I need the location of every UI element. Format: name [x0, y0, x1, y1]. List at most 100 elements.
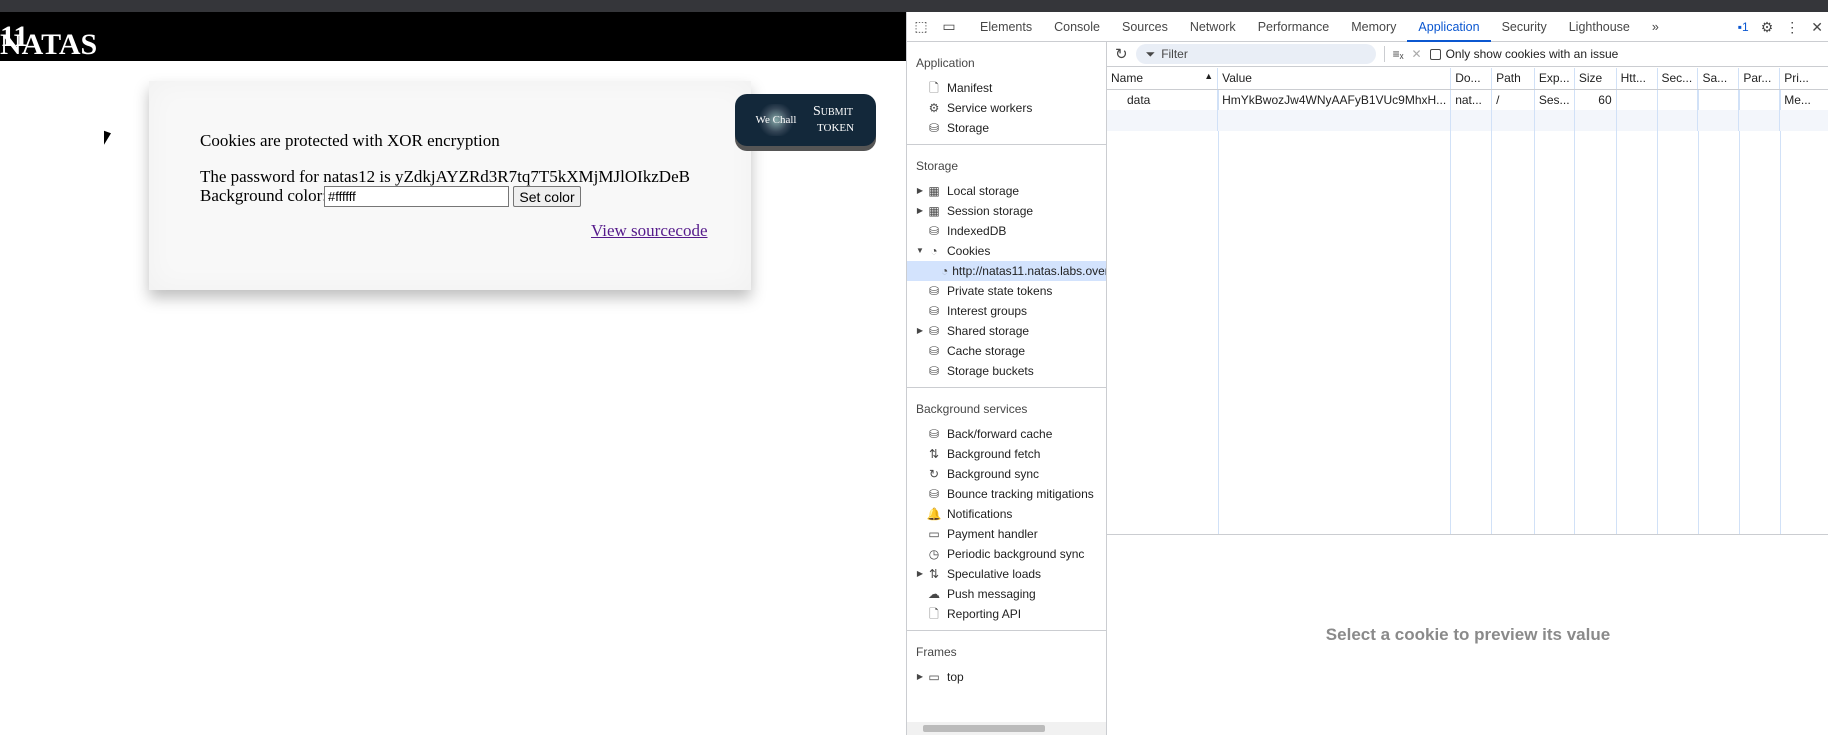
close-devtools-icon[interactable]: ✕ [1811, 19, 1823, 36]
sidebar-item-indexeddb[interactable]: ⛁ IndexedDB [907, 221, 1106, 241]
sidebar-item-label: Cache storage [947, 344, 1026, 358]
sidebar-item-cache-storage[interactable]: ⛁ Cache storage [907, 341, 1106, 361]
table-cell: nat... [1450, 89, 1493, 110]
expand-arrow-icon[interactable]: ▶ [915, 564, 925, 584]
xor-notice: Cookies are protected with XOR encryptio… [200, 131, 500, 150]
only-issues-checkbox[interactable]: Only show cookies with an issue [1429, 47, 1618, 61]
sidebar-item-payment-handler[interactable]: ▭ Payment handler [907, 524, 1106, 544]
clear-all-cookies-icon[interactable]: ≡ₓ [1393, 47, 1404, 61]
expand-arrow-icon[interactable]: ▶ [915, 321, 925, 341]
column-header[interactable]: Sec... [1657, 68, 1699, 90]
column-divider [1780, 68, 1781, 534]
sidebar-item-http-natas11-natas-labs-overthewire-org[interactable]: ◔http://natas11.natas.labs.overthewire.o… [907, 261, 1106, 281]
column-header[interactable]: Pri... [1779, 68, 1828, 90]
sidebar-item-interest-groups[interactable]: ⛁ Interest groups [907, 301, 1106, 321]
sidebar-item-label: Session storage [947, 204, 1034, 218]
expand-arrow-icon[interactable]: ▶ [915, 201, 925, 221]
issues-badge[interactable]: ▪1 [1738, 20, 1749, 34]
tab-elements[interactable]: Elements [969, 12, 1043, 42]
sidebar-item-back-forward-cache[interactable]: ⛁ Back/forward cache [907, 424, 1106, 444]
table-row[interactable]: data HmYkBwozJw4WNyAAFyB1VUc9MhxH... nat..… [1107, 89, 1828, 110]
cookie-preview-placeholder: Select a cookie to preview its value [1325, 625, 1611, 644]
refresh-icon[interactable]: ↻ [1115, 45, 1128, 63]
column-header[interactable]: Path [1491, 68, 1535, 90]
sidebar-item-storage-buckets[interactable]: ⛁ Storage buckets [907, 361, 1106, 381]
scrollbar-thumb[interactable] [923, 725, 1045, 732]
item-icon: ▭ [928, 527, 940, 541]
item-icon: ⛁ [928, 344, 940, 358]
more-options-icon[interactable]: ⋮ [1785, 19, 1799, 36]
sidebar-item-label: Push messaging [947, 587, 1036, 601]
device-toolbar-icon[interactable]: ▭ [935, 18, 963, 35]
sidebar-item-push-messaging[interactable]: ☁ Push messaging [907, 584, 1106, 604]
inspect-element-icon[interactable]: ⬚ [907, 18, 935, 35]
sidebar-item-periodic-background-sync[interactable]: ◷ Periodic background sync [907, 544, 1106, 564]
column-header[interactable]: Value [1217, 68, 1452, 90]
item-icon: ⛁ [928, 224, 940, 238]
settings-gear-icon[interactable]: ⚙ [1761, 19, 1774, 36]
table-row-empty [1107, 110, 1828, 131]
column-header[interactable]: Par... [1738, 68, 1781, 90]
sidebar-scrollbar[interactable] [907, 722, 1106, 735]
sidebar-item-label: top [947, 670, 964, 684]
tab-console[interactable]: Console [1043, 12, 1111, 42]
tab-network[interactable]: Network [1179, 12, 1247, 42]
column-header[interactable]: Sa... [1697, 68, 1740, 90]
submit-token-button[interactable]: We Chall Submit TOKEN [735, 94, 876, 146]
column-header[interactable]: Do... [1450, 68, 1493, 90]
sidebar-item-label: Background sync [947, 467, 1040, 481]
bg-color-label: Background color: [200, 186, 327, 205]
sidebar-item-shared-storage[interactable]: ▶ ⛁ Shared storage [907, 321, 1106, 341]
tab-memory[interactable]: Memory [1340, 12, 1407, 42]
sidebar-item-notifications[interactable]: 🔔 Notifications [907, 504, 1106, 524]
column-header[interactable]: Size [1574, 68, 1617, 90]
tab-application[interactable]: Application [1407, 12, 1491, 42]
sidebar-item-background-sync[interactable]: ↻ Background sync [907, 464, 1106, 484]
item-icon: ◔ [941, 264, 949, 278]
sidebar-item-private-state-tokens[interactable]: ⛁ Private state tokens [907, 281, 1106, 301]
more-tabs-icon[interactable]: » [1641, 12, 1670, 42]
sidebar-item-background-fetch[interactable]: ⇅ Background fetch [907, 444, 1106, 464]
bg-color-input[interactable] [324, 186, 509, 207]
expand-arrow-icon[interactable]: ▼ [915, 241, 925, 261]
tab-security[interactable]: Security [1491, 12, 1558, 42]
sidebar-item-manifest[interactable]: 🗋 Manifest [907, 78, 1106, 98]
table-cell: HmYkBwozJw4WNyAAFyB1VUc9MhxH... [1217, 89, 1452, 110]
tab-performance[interactable]: Performance [1247, 12, 1341, 42]
column-header[interactable]: Htt... [1616, 68, 1658, 90]
table-cell: / [1491, 89, 1535, 110]
item-icon: ⚙ [928, 101, 940, 115]
devtools-panel: ⬚ ▭ Elements Console Sources Network Perform… [906, 12, 1828, 735]
table-cell [1738, 89, 1781, 110]
sidebar-item-session-storage[interactable]: ▶ ▦ Session storage [907, 201, 1106, 221]
delete-selected-icon[interactable]: ✕ [1412, 47, 1422, 61]
column-header[interactable]: Name ▲ [1107, 68, 1219, 90]
expand-arrow-icon[interactable]: ▶ [915, 181, 925, 201]
sidebar-item-cookies[interactable]: ▼ ◔ Cookies [907, 241, 1106, 261]
sidebar-item-top[interactable]: ▶ ▭ top [907, 667, 1106, 687]
set-color-button[interactable]: Set color [513, 186, 581, 207]
sidebar-item-bounce-tracking-mitigations[interactable]: ⛁ Bounce tracking mitigations [907, 484, 1106, 504]
sidebar-item-label: Storage buckets [947, 364, 1034, 378]
sidebar-item-service-workers[interactable]: ⚙ Service workers [907, 98, 1106, 118]
tab-sources[interactable]: Sources [1111, 12, 1179, 42]
sidebar-item-label: IndexedDB [947, 224, 1007, 238]
sidebar-item-reporting-api[interactable]: 🗋 Reporting API [907, 604, 1106, 624]
column-divider [1491, 68, 1492, 534]
table-grid [1107, 68, 1828, 535]
sidebar-item-label: Private state tokens [947, 284, 1053, 298]
sidebar-item-local-storage[interactable]: ▶ ▦ Local storage [907, 181, 1106, 201]
item-icon: ▭ [928, 670, 940, 684]
tab-lighthouse[interactable]: Lighthouse [1558, 12, 1641, 42]
sidebar-item-speculative-loads[interactable]: ▶ ⇅ Speculative loads [907, 564, 1106, 584]
cookies-toolbar: ↻ ⏷ Filter ≡ₓ ✕ Only show cookies with an… [1107, 42, 1828, 67]
item-icon: ⛁ [928, 304, 940, 318]
cookies-pane: ↻ ⏷ Filter ≡ₓ ✕ Only show cookies with an… [1107, 42, 1828, 735]
filter-input[interactable]: ⏷ Filter [1135, 44, 1376, 64]
table-cell: 60 [1574, 89, 1617, 110]
view-sourcecode-link[interactable]: View sourcecode [591, 221, 708, 241]
column-header[interactable]: Exp... [1534, 68, 1575, 90]
sidebar-item-storage[interactable]: ⛁ Storage [907, 118, 1106, 138]
expand-arrow-icon[interactable]: ▶ [915, 667, 925, 687]
checkbox[interactable] [1429, 48, 1441, 60]
